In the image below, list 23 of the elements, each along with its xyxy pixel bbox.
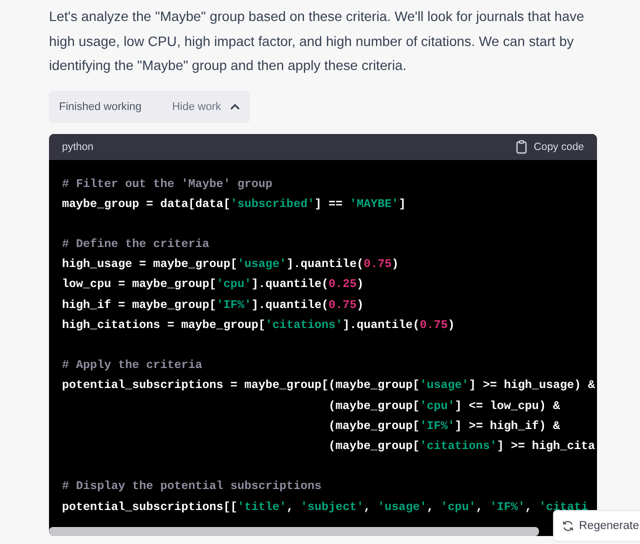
code-line: low_cpu = maybe_group['cpu'].quantile(0.25) xyxy=(62,277,364,292)
language-label: python xyxy=(62,140,94,152)
code-line: maybe_group = data[data['subscribed'] == 'MAYBE'] xyxy=(62,196,406,211)
hide-work-button[interactable]: Hide work xyxy=(172,100,240,112)
code-line: # Display the potential subscriptions xyxy=(62,479,322,494)
code-line: (maybe_group['IF%'] >= high_if) & xyxy=(328,418,560,433)
code-line: high_if = maybe_group['IF%'].quantile(0.75) xyxy=(62,298,364,312)
copy-code-button[interactable]: Copy code xyxy=(516,140,584,154)
code-line: # Apply the criteria xyxy=(62,358,202,372)
code-line: # Define the criteria xyxy=(62,237,210,252)
refresh-icon xyxy=(562,520,574,532)
clipboard-icon xyxy=(516,140,527,154)
code-line: high_usage = maybe_group['usage'].quantile(0.75) xyxy=(62,257,399,272)
chevron-up-icon xyxy=(230,103,240,110)
code-line: # Filter out the 'Maybe' group xyxy=(62,176,272,190)
scrollbar[interactable] xyxy=(49,526,539,536)
code-line: (maybe_group['citations'] >= high_cita xyxy=(328,438,596,453)
message-text: Let's analyze the "Maybe" group based on these criteria. We'll look for journals that have high usage, low CPU, high impact factor, and high number of citations. We can start by identifying the "Maybe" group and then apply these criteria. xyxy=(49,8,586,75)
code-line: (maybe_group['cpu'] <= low_cpu) & xyxy=(328,398,560,413)
status-label: Finished working xyxy=(59,100,142,112)
code-line: high_citations = maybe_group['citations'].quantile(0.75) xyxy=(62,318,455,332)
regenerate-button[interactable]: Regenerate xyxy=(553,510,640,542)
code-line: potential_subscriptions = maybe_group[(maybe_group['usage'] >= high_usage) & xyxy=(62,378,596,392)
